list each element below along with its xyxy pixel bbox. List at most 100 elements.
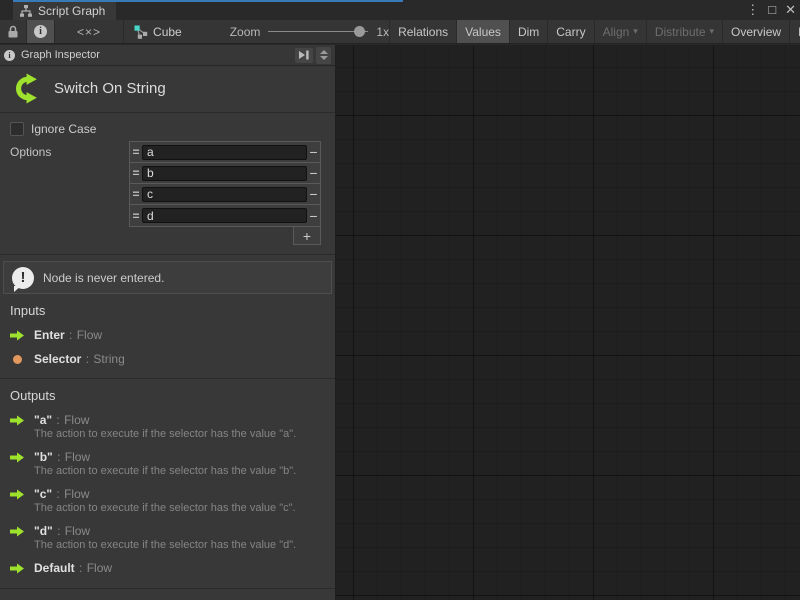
add-option-button[interactable]: +	[293, 226, 321, 245]
tab-script-graph[interactable]: Script Graph	[13, 2, 116, 20]
graph-inspector-panel: i Graph Inspector	[0, 45, 336, 600]
port-description: The action to execute if the selector ha…	[34, 502, 325, 514]
port-name: "d"	[34, 524, 53, 538]
align-label: Align	[603, 25, 630, 39]
visual-scripting-window: Script Graph ⋮ □ ✕ i <×>	[0, 0, 800, 600]
values-button[interactable]: Values	[457, 20, 510, 43]
drag-handle-icon[interactable]: =	[130, 189, 142, 199]
options-block: Options = − = −	[0, 136, 335, 245]
overview-label: Overview	[731, 25, 781, 39]
option-value-input[interactable]	[142, 145, 307, 160]
scroll-down-icon[interactable]	[320, 56, 328, 60]
relations-button[interactable]: Relations	[390, 20, 457, 43]
code-icon: <×>	[77, 25, 101, 39]
dim-button[interactable]: Dim	[510, 20, 548, 43]
separator: :	[79, 561, 82, 575]
flow-port-icon	[10, 452, 25, 463]
input-port-row: Enter : Flow	[10, 328, 325, 342]
port-name: Default	[34, 561, 75, 575]
remove-option-button[interactable]: −	[307, 165, 320, 181]
panel-scroll-spinner[interactable]	[316, 47, 331, 64]
flow-port-icon	[10, 415, 25, 426]
separator: :	[86, 352, 89, 366]
port-type: Flow	[65, 524, 90, 538]
zoom-label: Zoom	[230, 25, 261, 39]
ignore-case-checkbox[interactable]	[10, 122, 24, 136]
close-icon[interactable]: ✕	[785, 0, 796, 20]
section-divider	[0, 588, 335, 589]
outputs-header: Outputs	[10, 388, 325, 403]
graph-tab-icon	[20, 5, 32, 17]
graph-inspector-header: i Graph Inspector	[0, 45, 335, 66]
option-value-input[interactable]	[142, 166, 307, 181]
port-type: Flow	[64, 487, 89, 501]
remove-option-button[interactable]: −	[307, 144, 320, 160]
separator: :	[56, 487, 59, 501]
outputs-section: Outputs "a" : Flow The action to execute…	[0, 379, 335, 578]
separator: :	[56, 413, 59, 427]
carry-button[interactable]: Carry	[548, 20, 594, 43]
zoom-slider-handle[interactable]	[354, 26, 365, 37]
overview-button[interactable]: Overview	[723, 20, 790, 43]
align-dropdown[interactable]: Align ▾	[595, 20, 647, 43]
options-list: = − = − = −	[129, 141, 321, 227]
port-name: "b"	[34, 450, 53, 464]
flow-port-icon	[10, 330, 25, 341]
drag-handle-icon[interactable]: =	[130, 147, 142, 157]
output-port-row: "d" : Flow	[10, 524, 325, 538]
switch-icon	[8, 72, 41, 105]
zoom-slider[interactable]	[268, 31, 368, 32]
port-name: "c"	[34, 487, 52, 501]
remove-option-button[interactable]: −	[307, 186, 320, 202]
option-row: = −	[130, 205, 320, 226]
inspector-toggle-button[interactable]: i	[27, 20, 55, 43]
titlebar: Script Graph ⋮ □ ✕	[0, 0, 800, 20]
main-area: Switch On String Ignore Case	[0, 45, 800, 600]
inputs-header: Inputs	[10, 303, 325, 318]
values-label: Values	[465, 25, 501, 39]
inputs-section: Inputs Enter : Flow Selector : String	[0, 294, 335, 369]
port-name: "a"	[34, 413, 52, 427]
drag-handle-icon[interactable]: =	[130, 168, 142, 178]
port-type: Flow	[77, 328, 102, 342]
remove-option-button[interactable]: −	[307, 208, 320, 224]
graph-toolbar: i <×> Cube Zoom 1x Relations Values	[0, 20, 800, 44]
graph-owner-object[interactable]: Cube	[124, 20, 192, 43]
info-icon: i	[4, 50, 15, 61]
maximize-icon[interactable]: □	[768, 0, 776, 20]
chevron-down-icon: ▾	[710, 26, 715, 37]
lock-button[interactable]	[0, 20, 27, 43]
port-description: The action to execute if the selector ha…	[34, 428, 325, 440]
ignore-case-row: Ignore Case	[0, 113, 335, 136]
game-object-graph-icon	[134, 25, 148, 39]
section-divider	[0, 254, 335, 255]
value-port-icon	[13, 355, 22, 364]
output-port-row: "a" : Flow	[10, 413, 325, 427]
separator: :	[57, 524, 60, 538]
warning-icon: !	[12, 267, 34, 289]
flow-port-icon	[10, 526, 25, 537]
preview-code-button[interactable]: <×>	[55, 20, 124, 43]
port-type: Flow	[65, 450, 90, 464]
dock-panel-button[interactable]	[295, 48, 313, 63]
port-type: Flow	[64, 413, 89, 427]
relations-label: Relations	[398, 25, 448, 39]
drag-handle-icon[interactable]: =	[130, 211, 142, 221]
ignore-case-label: Ignore Case	[31, 122, 96, 136]
flow-port-icon	[10, 489, 25, 500]
inspector-header-title: Graph Inspector	[21, 49, 100, 61]
flow-port-icon	[10, 563, 25, 574]
zoom-value: 1x	[376, 25, 389, 39]
carry-label: Carry	[556, 25, 585, 39]
dim-label: Dim	[518, 25, 539, 39]
option-row: = −	[130, 163, 320, 184]
window-menu-icon[interactable]: ⋮	[746, 0, 759, 20]
window-controls: ⋮ □ ✕	[746, 0, 796, 20]
fullscreen-button[interactable]: Full Screen	[790, 20, 800, 43]
info-icon: i	[34, 25, 47, 38]
scroll-up-icon[interactable]	[320, 50, 328, 54]
option-value-input[interactable]	[142, 187, 307, 202]
option-value-input[interactable]	[142, 208, 307, 223]
input-port-row: Selector : String	[10, 352, 325, 366]
distribute-dropdown[interactable]: Distribute ▾	[647, 20, 723, 43]
